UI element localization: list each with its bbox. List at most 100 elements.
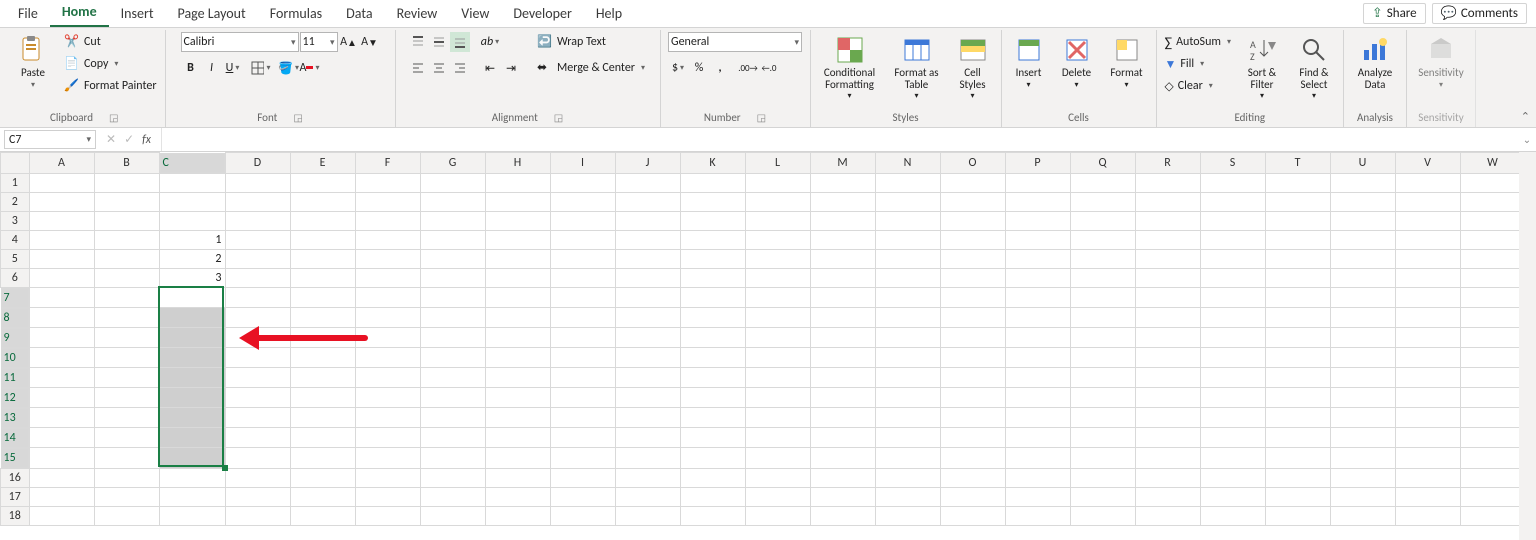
cell-N5[interactable] [875,249,940,268]
format-painter-button[interactable]: 🖌️Format Painter [62,76,159,96]
cell-A8[interactable] [29,308,94,328]
cell-M18[interactable] [810,506,875,525]
align-middle-button[interactable] [429,32,449,52]
cell-O6[interactable] [940,268,1005,287]
cell-P10[interactable] [1005,348,1070,368]
cell-J13[interactable] [615,408,680,428]
cell-V16[interactable] [1395,468,1460,487]
cell-H8[interactable] [485,308,550,328]
cell-E5[interactable] [290,249,355,268]
cell-E13[interactable] [290,408,355,428]
cell-O16[interactable] [940,468,1005,487]
cell-F10[interactable] [355,348,420,368]
cell-T15[interactable] [1265,448,1330,469]
cell-W7[interactable] [1460,287,1525,308]
sort-filter-button[interactable]: AZSort & Filter▾ [1239,32,1285,101]
cell-L12[interactable] [745,388,810,408]
cell-N10[interactable] [875,348,940,368]
cell-W9[interactable] [1460,328,1525,348]
cell-G7[interactable] [420,287,485,308]
row-header-11[interactable]: 11 [1,368,29,388]
row-header-10[interactable]: 10 [1,348,29,368]
fx-button[interactable]: fx [142,133,151,147]
cell-V9[interactable] [1395,328,1460,348]
cell-F2[interactable] [355,192,420,211]
cell-N4[interactable] [875,230,940,249]
cell-O3[interactable] [940,211,1005,230]
col-header-A[interactable]: A [29,153,94,174]
cell-B18[interactable] [94,506,159,525]
cell-R10[interactable] [1135,348,1200,368]
cell-A12[interactable] [29,388,94,408]
cell-J5[interactable] [615,249,680,268]
cell-Q1[interactable] [1070,173,1135,192]
col-header-J[interactable]: J [615,153,680,174]
cell-R7[interactable] [1135,287,1200,308]
cell-E3[interactable] [290,211,355,230]
cell-K16[interactable] [680,468,745,487]
cell-D9[interactable] [225,328,290,348]
cell-I3[interactable] [550,211,615,230]
cell-K8[interactable] [680,308,745,328]
cell-F8[interactable] [355,308,420,328]
cell-T12[interactable] [1265,388,1330,408]
cell-R16[interactable] [1135,468,1200,487]
cell-V3[interactable] [1395,211,1460,230]
name-box[interactable]: C7▾ [4,130,96,149]
cell-B1[interactable] [94,173,159,192]
col-header-L[interactable]: L [745,153,810,174]
cell-C3[interactable] [159,211,225,230]
cell-T14[interactable] [1265,428,1330,448]
cell-N7[interactable] [875,287,940,308]
cell-S9[interactable] [1200,328,1265,348]
cell-V8[interactable] [1395,308,1460,328]
cell-S17[interactable] [1200,487,1265,506]
cell-U9[interactable] [1330,328,1395,348]
decrease-font-button[interactable]: A▼ [360,32,380,52]
cell-L10[interactable] [745,348,810,368]
cell-D5[interactable] [225,249,290,268]
cell-S2[interactable] [1200,192,1265,211]
col-header-F[interactable]: F [355,153,420,174]
cell-C12[interactable] [159,388,225,408]
cell-A3[interactable] [29,211,94,230]
cell-T16[interactable] [1265,468,1330,487]
cell-D18[interactable] [225,506,290,525]
cell-N11[interactable] [875,368,940,388]
row-header-14[interactable]: 14 [1,428,29,448]
cell-P7[interactable] [1005,287,1070,308]
cell-A16[interactable] [29,468,94,487]
cell-T11[interactable] [1265,368,1330,388]
percent-format-button[interactable]: % [689,58,709,78]
cell-F1[interactable] [355,173,420,192]
row-header-6[interactable]: 6 [1,268,30,287]
cell-C15[interactable] [159,448,225,469]
cell-O18[interactable] [940,506,1005,525]
cell-T1[interactable] [1265,173,1330,192]
cell-D12[interactable] [225,388,290,408]
cell-S14[interactable] [1200,428,1265,448]
cell-P9[interactable] [1005,328,1070,348]
comma-format-button[interactable]: , [710,58,730,78]
cell-G5[interactable] [420,249,485,268]
cell-N9[interactable] [875,328,940,348]
cell-C9[interactable] [159,328,225,348]
copy-button[interactable]: 📄Copy [62,54,159,74]
cell-L16[interactable] [745,468,810,487]
col-header-S[interactable]: S [1200,153,1265,174]
cell-B8[interactable] [94,308,159,328]
cell-W3[interactable] [1460,211,1525,230]
cell-M14[interactable] [810,428,875,448]
cell-E7[interactable] [290,287,355,308]
cell-C10[interactable] [159,348,225,368]
cell-D1[interactable] [225,173,290,192]
cell-I14[interactable] [550,428,615,448]
cell-I11[interactable] [550,368,615,388]
cell-I1[interactable] [550,173,615,192]
cell-S8[interactable] [1200,308,1265,328]
font-color-button[interactable]: A [300,58,320,78]
cell-C8[interactable] [159,308,225,328]
cell-M2[interactable] [810,192,875,211]
cell-B4[interactable] [94,230,159,249]
cell-B15[interactable] [94,448,159,469]
